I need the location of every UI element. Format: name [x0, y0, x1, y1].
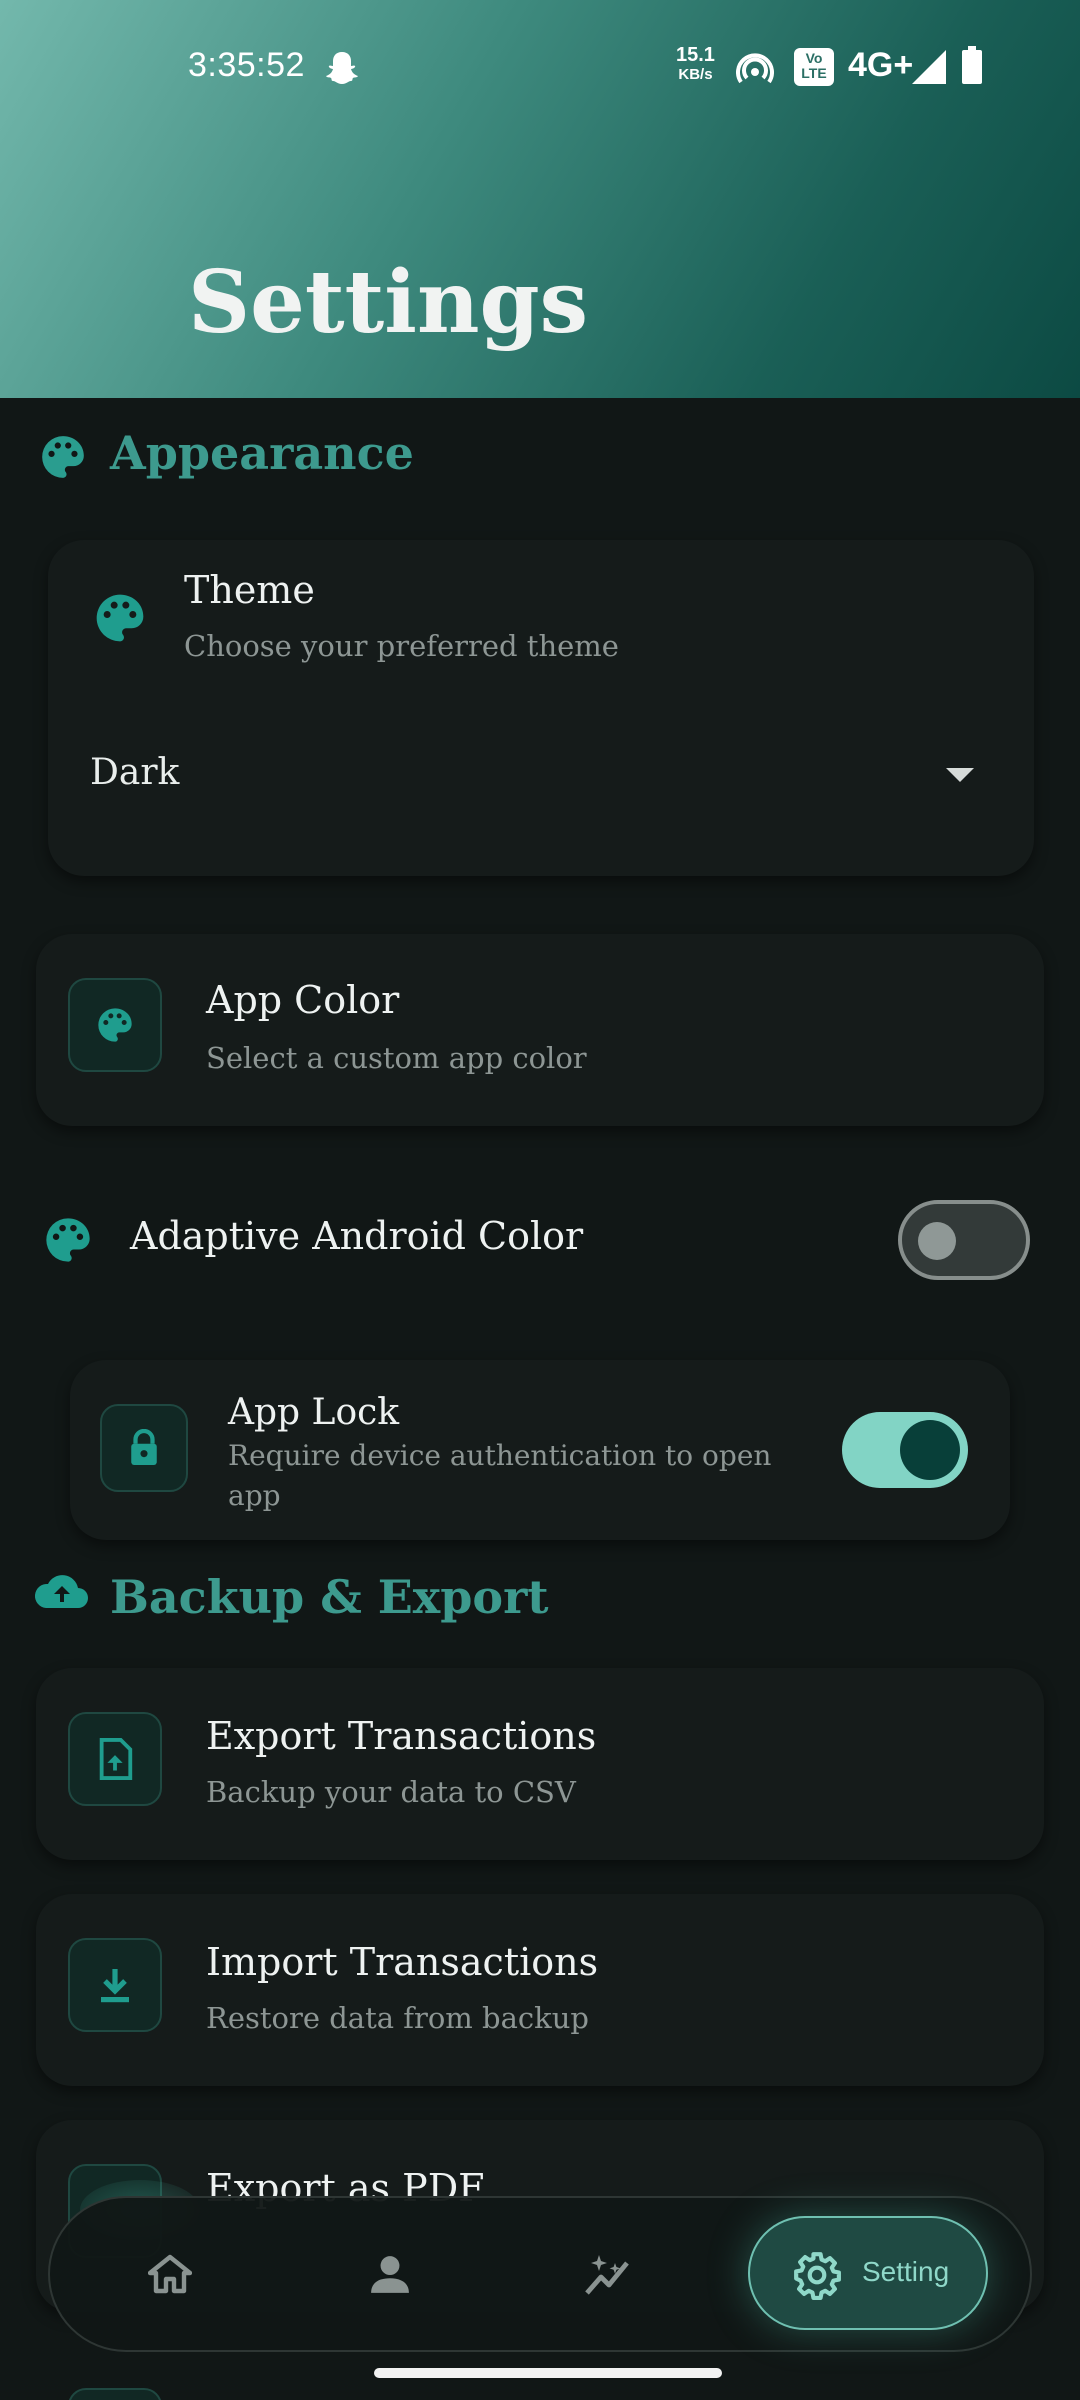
toggle-knob: [900, 1420, 960, 1480]
status-bar: 3:35:52 15.1 KB/s Vo LTE 4G+: [0, 0, 1080, 136]
export-transactions-subtitle: Backup your data to CSV: [206, 1775, 576, 1809]
network-type: 4G+: [848, 46, 914, 84]
person-icon: [371, 2256, 409, 2293]
nav-settings[interactable]: Setting: [748, 2216, 988, 2330]
next-item-icon-box: [68, 2388, 162, 2400]
export-transactions-title: Export Transactions: [206, 1714, 597, 1758]
section-title-appearance: Appearance: [110, 426, 414, 480]
import-transactions-subtitle: Restore data from backup: [206, 2001, 589, 2035]
file-upload-icon: [99, 1738, 133, 1780]
import-transactions-title: Import Transactions: [206, 1940, 599, 1984]
app-color-icon-box: [68, 978, 162, 1072]
palette-icon: [42, 436, 84, 478]
snapchat-icon: [326, 52, 358, 84]
export-transactions-card[interactable]: [36, 1668, 1044, 1860]
nav-profile[interactable]: [362, 2246, 418, 2302]
theme-subtitle: Choose your preferred theme: [184, 629, 619, 663]
lock-icon: [131, 1429, 157, 1465]
nav-settings-label: Setting: [862, 2256, 950, 2287]
theme-title: Theme: [184, 568, 315, 612]
gear-icon: [794, 2252, 841, 2300]
download-icon: [101, 1969, 129, 2003]
insights-icon: [585, 2255, 629, 2295]
signal-icon: [912, 50, 946, 84]
app-lock-title: App Lock: [228, 1392, 400, 1433]
hotspot-icon: [736, 53, 774, 84]
app-lock-subtitle: Require device authentication to open ap…: [228, 1439, 772, 1512]
app-color-card[interactable]: [36, 934, 1044, 1126]
theme-dropdown-value: Dark: [90, 752, 180, 793]
toggle-knob: [918, 1222, 956, 1260]
export-icon-box: [68, 1712, 162, 1806]
home-icon: [148, 2254, 192, 2294]
adaptive-palette-icon: [46, 1218, 90, 1262]
app-color-palette-icon: [98, 1008, 132, 1042]
network-speed: 15.1 KB/s: [676, 44, 715, 83]
import-icon-box: [68, 1938, 162, 2032]
page-title: Settings: [188, 252, 589, 353]
nav-insights[interactable]: [580, 2246, 636, 2302]
volte-icon: Vo LTE: [794, 48, 834, 86]
app-lock-icon-box: [100, 1404, 188, 1492]
section-title-backup: Backup & Export: [110, 1570, 549, 1624]
gesture-home-bar[interactable]: [374, 2368, 722, 2378]
import-transactions-card[interactable]: [36, 1894, 1044, 2086]
status-time: 3:35:52: [188, 46, 305, 84]
cloud-upload-icon: [34, 1575, 88, 1608]
app-color-title: App Color: [206, 978, 400, 1022]
adaptive-color-title: Adaptive Android Color: [130, 1214, 584, 1258]
app-lock-toggle[interactable]: [842, 1412, 968, 1488]
theme-palette-icon: [96, 594, 144, 642]
adaptive-color-toggle[interactable]: [898, 1200, 1030, 1280]
theme-dropdown[interactable]: [60, 720, 1020, 830]
battery-icon: [962, 46, 982, 84]
nav-home[interactable]: [142, 2246, 198, 2302]
app-color-subtitle: Select a custom app color: [206, 1041, 587, 1075]
chevron-down-icon[interactable]: [946, 768, 974, 782]
